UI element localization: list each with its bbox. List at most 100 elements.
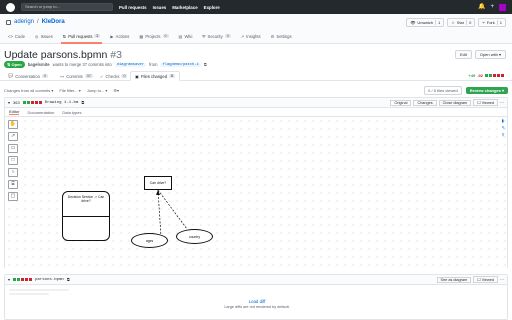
tab-data-types[interactable]: Data types <box>62 110 81 115</box>
status-badge: ⇅ Open <box>4 61 25 68</box>
play-icon: ▶ <box>110 34 114 39</box>
input-data-country[interactable]: country <box>176 229 213 244</box>
tab-badge: 0 <box>41 74 48 78</box>
decision-label: Can drive? <box>149 181 167 185</box>
tab-label: Code <box>14 34 25 39</box>
tab-files-changed[interactable]: ▣ Files changed 5 <box>130 71 181 81</box>
review-changes-button[interactable]: Review changes ▾ <box>465 86 508 94</box>
load-diff-subtext: Large diffs are not rendered by default. <box>224 305 290 309</box>
nav-marketplace[interactable]: Marketplace <box>172 5 197 10</box>
edit-button[interactable]: Edit <box>454 50 472 59</box>
original-view-button[interactable]: Original <box>390 99 412 106</box>
repo-tabs: <> Code ◎ Issues ⇅ Pull requests 2 ▶ Actions … <box>6 34 294 44</box>
gear-icon[interactable]: ⚙▾ <box>113 88 119 93</box>
chevron-down-icon[interactable]: ▾ <box>8 277 10 282</box>
files-toolbar: Changes from all commits ▾ File filter..… <box>4 85 508 95</box>
editor-tabs: Editor Documentation Data types <box>5 108 507 117</box>
tab-editor[interactable]: Editor <box>9 109 20 115</box>
tab-label: Insights <box>246 34 261 39</box>
tab-label: Conversation <box>15 73 40 79</box>
star-button[interactable]: ☆ Star 0 <box>447 18 476 27</box>
star-label: Star <box>456 20 465 25</box>
tab-label: Checks <box>105 73 120 79</box>
close-diagram-button[interactable]: Close diagram <box>438 99 472 106</box>
kebab-icon[interactable]: ⋯ <box>500 277 504 282</box>
from-text: from <box>149 62 158 67</box>
unwatch-button[interactable]: 👁 Unwatch 1 <box>406 18 445 27</box>
changes-from-select[interactable]: Changes from all commits ▾ <box>4 88 53 93</box>
file-changes-count: 363 <box>13 100 20 105</box>
input-data-ages[interactable]: ages <box>131 233 168 248</box>
search-input[interactable]: Search or jump to... <box>21 3 113 11</box>
copy-icon[interactable]: ⧉ <box>204 62 207 67</box>
tab-wiki[interactable]: ▤ Wiki <box>177 34 195 44</box>
open-with-button[interactable]: Open with ▾ <box>474 50 506 59</box>
file-name[interactable]: Drawing 1-1.bm <box>45 101 79 105</box>
tab-badge: 0 <box>162 34 169 38</box>
comment-icon: 💬 <box>8 73 14 78</box>
copy-icon[interactable]: ⧉ <box>67 277 70 282</box>
tab-badge: 5 <box>169 74 176 78</box>
deletions-count: -92 <box>477 73 483 78</box>
page-title: Update parsons.bpmn #3 <box>4 49 122 61</box>
tab-documentation[interactable]: Documentation <box>27 110 54 115</box>
file-filter-select[interactable]: File filter... ▾ <box>59 88 80 93</box>
files-viewed-counter: 0 / 5 files viewed <box>424 85 462 95</box>
nav-explore[interactable]: Explore <box>204 5 220 10</box>
repo-owner-link[interactable]: aderign <box>14 19 34 25</box>
watch-count: 1 <box>434 20 440 25</box>
tab-projects[interactable]: ▦ Projects 0 <box>137 34 170 44</box>
tab-security[interactable]: ⛨ Security 0 <box>200 34 232 44</box>
project-icon: ▦ <box>139 34 144 39</box>
issue-icon: ◎ <box>34 34 39 39</box>
meta-text: wants to merge 37 commits into <box>52 62 112 67</box>
viewed-label: Viewed <box>481 101 494 105</box>
see-as-diagram-button[interactable]: See as diagram <box>436 276 472 283</box>
file-header: ▾ 363 Drawing 1-1.bm ⧉ Original Changes … <box>5 98 507 108</box>
repo-name-link[interactable]: KleDora <box>42 19 65 25</box>
plus-icon[interactable]: + <box>490 4 494 10</box>
diff-stat: +49 -92 <box>468 73 504 78</box>
pr-icon: ⇅ <box>62 34 67 39</box>
tab-pull-requests[interactable]: ⇅ Pull requests 2 <box>60 34 103 44</box>
avatar[interactable] <box>499 3 506 11</box>
viewed-checkbox[interactable]: ☐ Viewed <box>473 99 498 106</box>
file-diff: ▾ 363 Drawing 1-1.bm ⧉ Original Changes … <box>4 97 508 269</box>
tab-issues[interactable]: ◎ Issues <box>33 34 55 44</box>
unwatch-label: Unwatch <box>417 20 433 25</box>
load-diff-link[interactable]: Load diff <box>5 299 509 304</box>
tab-settings[interactable]: ⚙ Settings <box>269 34 294 44</box>
tab-code[interactable]: <> Code <box>6 34 27 44</box>
tab-checks[interactable]: ✓ Checks 0 <box>96 71 131 81</box>
nav-issues[interactable]: Issues <box>153 5 167 10</box>
input1-label: ages <box>145 239 154 243</box>
repo-header: aderign / KleDora 👁 Unwatch 1 ☆ Star 0 ⑂ Fork… <box>0 14 512 44</box>
head-branch[interactable]: flagdemo/patch-1 <box>160 62 201 67</box>
fork-button[interactable]: ⑂ Fork 1 <box>478 18 506 27</box>
copy-icon[interactable]: ⧉ <box>81 100 84 105</box>
author-link[interactable]: bagelsmite <box>28 62 50 67</box>
book-icon: ▤ <box>178 34 183 39</box>
viewed-checkbox[interactable]: ☐ Viewed <box>473 276 498 283</box>
kebab-icon[interactable]: ⋯ <box>500 100 504 105</box>
nav-pull-requests[interactable]: Pull requests <box>119 5 147 10</box>
jump-to-select[interactable]: Jump to... ▾ <box>87 88 108 93</box>
diagram-canvas[interactable]: ✋ ↗ ▭ □ ○ ⌸ ▢ ▮ ✎ ⚲ Decision Service -> … <box>5 117 507 269</box>
bell-icon[interactable]: 🔔 <box>478 4 485 10</box>
changes-view-button[interactable]: Changes <box>413 99 437 106</box>
file-diffstat-bars <box>22 101 42 104</box>
shield-icon: ⛨ <box>202 34 206 39</box>
tab-actions[interactable]: ▶ Actions <box>108 34 131 44</box>
breadcrumb-separator: / <box>37 19 39 25</box>
file-name[interactable]: parsons.bpmn <box>35 278 64 282</box>
decision-node[interactable]: Can drive? <box>144 176 172 190</box>
tab-insights[interactable]: ↗ Insights <box>239 34 263 44</box>
decision-service[interactable]: Decision Service -> Can drive? <box>62 191 110 241</box>
tab-conversation[interactable]: 💬 Conversation 0 <box>4 71 52 81</box>
github-logo-icon[interactable] <box>6 2 15 12</box>
star-icon: ☆ <box>451 20 455 25</box>
tab-commits[interactable]: ⊶ Commits 37 <box>56 71 97 81</box>
base-branch[interactable]: diagramsaver <box>114 62 147 67</box>
status-text: Open <box>11 62 22 67</box>
chevron-down-icon[interactable]: ▾ <box>8 100 10 105</box>
